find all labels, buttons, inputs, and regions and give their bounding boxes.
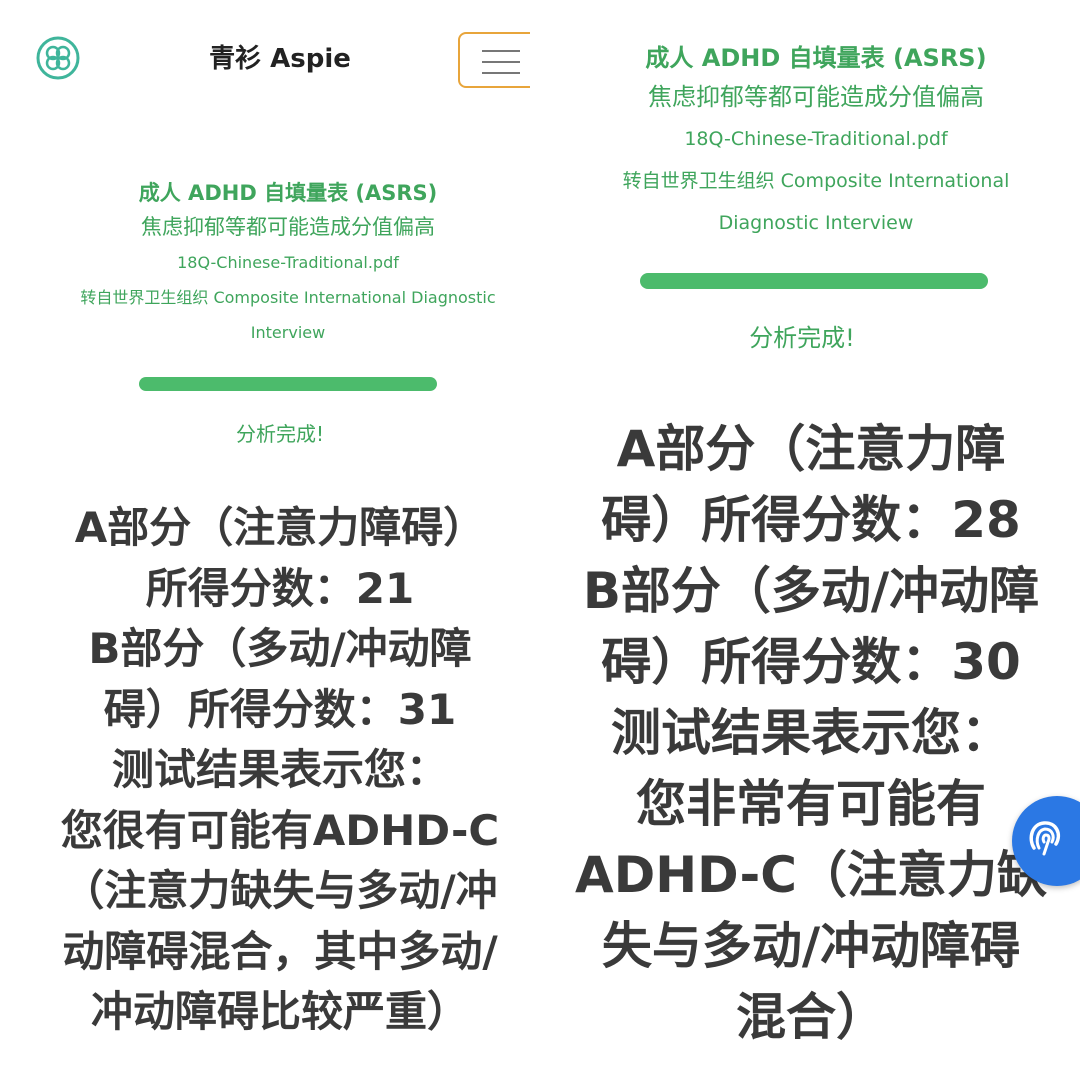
result-line: 碍）所得分数：28 xyxy=(601,491,1021,549)
pdf-file-link[interactable]: 18Q-Chinese-Traditional.pdf xyxy=(20,246,530,280)
result-line: B部分（多动/冲动障 xyxy=(582,562,1040,620)
source-line: 转自世界卫生组织 Composite International Diagnos… xyxy=(80,288,496,307)
app-title: 青衫 Aspie xyxy=(209,44,351,74)
result-line: 您非常有可能有 xyxy=(636,775,986,833)
status-text: 分析完成! xyxy=(749,324,855,352)
result-line: 动障碍混合，其中多动/ xyxy=(62,926,498,976)
result-line: A部分（注意力障 xyxy=(616,420,1006,478)
result-line: 失与多动/冲动障碍 xyxy=(601,917,1021,975)
scale-note: 焦虑抑郁等都可能造成分值偏高 xyxy=(141,215,435,239)
scale-note: 焦虑抑郁等都可能造成分值偏高 xyxy=(648,83,984,111)
result-line: 混合） xyxy=(736,988,886,1046)
result-line: 碍）所得分数：30 xyxy=(601,633,1021,691)
progress-bar xyxy=(640,273,988,289)
result-text: A部分（注意力障 碍）所得分数：28 B部分（多动/冲动障 碍）所得分数：30 … xyxy=(552,414,1070,1053)
result-line: A部分（注意力障碍） xyxy=(74,503,486,552)
result-line: 测试结果表示您： xyxy=(111,745,448,794)
accessibility-icon xyxy=(1029,821,1061,856)
scale-info: 成人 ADHD 自填量表 (ASRS) 焦虑抑郁等都可能造成分值偏高 18Q-C… xyxy=(20,178,530,350)
scale-title: 成人 ADHD 自填量表 (ASRS) xyxy=(138,181,438,205)
scale-title: 成人 ADHD 自填量表 (ASRS) xyxy=(645,44,987,72)
result-line: 您很有可能有ADHD-C xyxy=(60,805,500,855)
right-screenshot: 成人 ADHD 自填量表 (ASRS) 焦虑抑郁等都可能造成分值偏高 18Q-C… xyxy=(552,0,1080,1080)
panel-divider xyxy=(530,0,552,1080)
source-line: Interview xyxy=(250,323,326,342)
source-line: Diagnostic Interview xyxy=(718,212,914,234)
result-line: 碍）所得分数：31 xyxy=(103,684,457,734)
result-line: B部分（多动/冲动障 xyxy=(88,624,472,673)
left-screenshot: 青衫 Aspie 成人 ADHD 自填量表 (ASRS) 焦虑抑郁等都可能造成分… xyxy=(0,0,530,1080)
pdf-file-link[interactable]: 18Q-Chinese-Traditional.pdf xyxy=(552,118,1080,160)
scale-info: 成人 ADHD 自填量表 (ASRS) 焦虑抑郁等都可能造成分值偏高 18Q-C… xyxy=(552,40,1080,244)
result-line: 冲动障碍比较严重） xyxy=(90,987,469,1036)
result-line: 测试结果表示您： xyxy=(611,704,1011,762)
result-line: （注意力缺失与多动/冲 xyxy=(62,866,498,915)
source-line: 转自世界卫生组织 Composite International xyxy=(622,170,1010,192)
result-text: A部分（注意力障碍） 所得分数：21 B部分（多动/冲动障 碍）所得分数：31 … xyxy=(0,498,530,1043)
progress-bar xyxy=(139,377,437,391)
hamburger-menu-button[interactable] xyxy=(458,32,530,88)
flower-logo-icon[interactable] xyxy=(36,36,80,80)
status-text: 分析完成! xyxy=(235,422,325,446)
result-line: ADHD-C（注意力缺 xyxy=(575,846,1047,904)
result-line: 所得分数：21 xyxy=(145,563,415,613)
